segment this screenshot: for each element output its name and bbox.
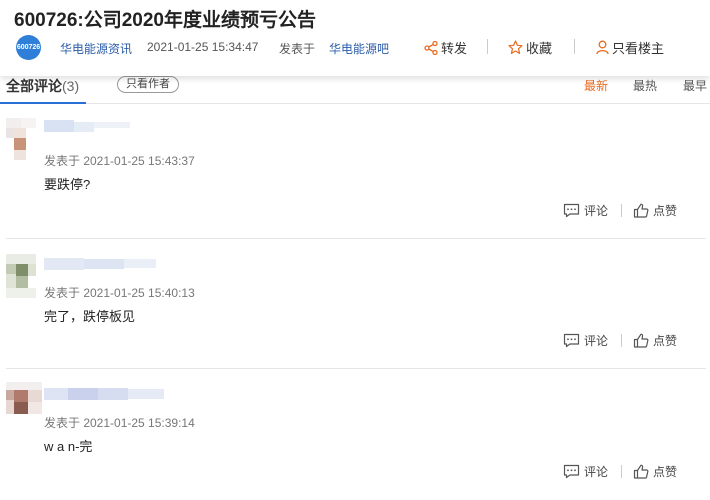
sort-hottest[interactable]: 最热 — [633, 77, 657, 94]
forum-link[interactable]: 华电能源吧 — [329, 40, 389, 57]
favorite-button[interactable]: 收藏 — [508, 38, 552, 57]
like-label: 点赞 — [653, 334, 678, 348]
comment-time: 发表于 2021-01-25 15:40:13 — [44, 286, 195, 300]
author-link[interactable]: 华电能源资讯 — [60, 40, 132, 57]
posted-in-label: 发表于 — [279, 42, 316, 56]
like-label: 点赞 — [653, 465, 678, 479]
username-blurred[interactable] — [44, 256, 164, 272]
like-button[interactable]: 点赞 — [633, 332, 677, 349]
thumbs-up-icon — [633, 203, 649, 218]
comment-icon — [563, 203, 580, 218]
user-icon — [596, 40, 609, 55]
owner-only-label: 只看楼主 — [612, 41, 665, 56]
avatar[interactable] — [6, 382, 42, 420]
comment-count: (3) — [62, 78, 80, 94]
post-title: 600726:公司2020年度业绩预亏公告 — [14, 10, 316, 31]
comment-time: 发表于 2021-01-25 15:43:37 — [44, 154, 195, 168]
post-header: 600726:公司2020年度业绩预亏公告 600726 华电能源资讯 2021… — [0, 0, 710, 76]
tab-all-comments[interactable]: 全部评论(3) — [6, 76, 79, 96]
share-label: 转发 — [441, 41, 468, 56]
comment-text: 要跌停? — [44, 177, 91, 192]
star-icon — [508, 40, 523, 55]
username-blurred[interactable] — [44, 386, 168, 402]
post-time: 2021-01-25 15:34:47 — [147, 40, 259, 54]
avatar[interactable] — [6, 254, 36, 298]
comment-text: w a n-完 — [44, 439, 93, 454]
divider — [487, 39, 488, 54]
reply-label: 评论 — [584, 204, 609, 218]
sort-newest[interactable]: 最新 — [584, 77, 608, 94]
sort-oldest[interactable]: 最早 — [683, 77, 707, 94]
reply-button[interactable]: 评论 — [563, 463, 608, 480]
favorite-label: 收藏 — [526, 41, 553, 56]
reply-label: 评论 — [584, 334, 609, 348]
share-button[interactable]: 转发 — [424, 38, 467, 57]
owner-only-button[interactable]: 只看楼主 — [596, 38, 664, 57]
active-tab-indicator — [0, 102, 86, 104]
comment-divider — [6, 238, 706, 239]
divider — [621, 204, 622, 217]
username-blurred[interactable] — [44, 118, 134, 134]
like-button[interactable]: 点赞 — [633, 463, 677, 480]
share-icon — [424, 40, 438, 55]
comment-icon — [563, 464, 580, 479]
thumbs-up-icon — [633, 333, 649, 348]
comment-divider — [6, 368, 706, 369]
divider — [621, 334, 622, 347]
comment-tabs: 全部评论(3) 只看作者 最新 最热 最早 — [0, 76, 710, 104]
avatar[interactable] — [6, 118, 36, 160]
comment-time: 发表于 2021-01-25 15:39:14 — [44, 416, 195, 430]
thumbs-up-icon — [633, 464, 649, 479]
like-button[interactable]: 点赞 — [633, 202, 677, 219]
reply-button[interactable]: 评论 — [563, 332, 608, 349]
like-label: 点赞 — [653, 204, 678, 218]
comment-icon — [563, 333, 580, 348]
divider — [574, 39, 575, 54]
comment-text: 完了，跌停板见 — [44, 309, 136, 324]
reply-label: 评论 — [584, 465, 609, 479]
author-only-button[interactable]: 只看作者 — [117, 76, 179, 93]
reply-button[interactable]: 评论 — [563, 202, 608, 219]
post-meta: 600726 华电能源资讯 2021-01-25 15:34:47 发表于 华电… — [14, 34, 710, 60]
divider — [621, 465, 622, 478]
tab-all-label: 全部评论 — [6, 78, 62, 94]
author-avatar[interactable]: 600726 — [16, 35, 41, 60]
